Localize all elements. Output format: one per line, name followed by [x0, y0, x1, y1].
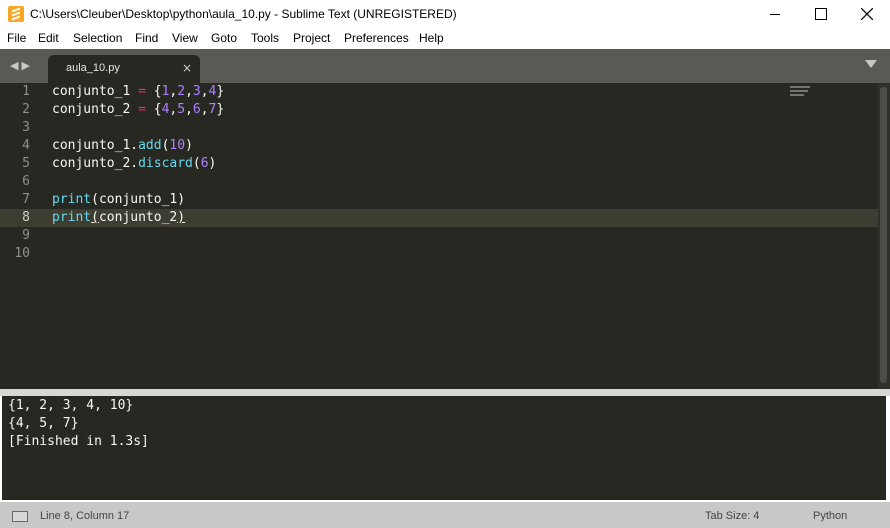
menu-edit[interactable]: Edit [38, 31, 59, 45]
line-number: 10 [14, 246, 30, 261]
line-number: 7 [22, 192, 30, 207]
code-line: 6 [0, 173, 878, 191]
vertical-scrollbar[interactable] [878, 83, 890, 389]
line-number: 1 [22, 84, 30, 99]
minimap[interactable] [790, 86, 812, 100]
panel-toggle-icon[interactable] [12, 511, 28, 522]
code-line: 4 conjunto_1.add(10) [0, 137, 878, 155]
menu-help[interactable]: Help [419, 31, 444, 45]
menu-tools[interactable]: Tools [251, 31, 279, 45]
menu-file[interactable]: File [7, 31, 26, 45]
tab-aula-10[interactable]: aula_10.py × [48, 55, 200, 83]
current-code-line: 8 print(conjunto_2) [0, 209, 878, 227]
tab-size-selector[interactable]: Tab Size: 4 [705, 510, 759, 522]
window-title: C:\Users\Cleuber\Desktop\python\aula_10.… [30, 7, 457, 21]
code-text: conjunto_2 = {4,5,6,7} [52, 102, 225, 117]
menu-find[interactable]: Find [135, 31, 158, 45]
code-line: 5 conjunto_2.discard(6) [0, 155, 878, 173]
tab-bar: ◀▶ aula_10.py × [0, 49, 890, 83]
cursor-position: Line 8, Column 17 [40, 510, 130, 522]
line-number: 9 [22, 228, 30, 243]
line-number: 2 [22, 102, 30, 117]
code-line: 9 [0, 227, 878, 245]
menu-project[interactable]: Project [293, 31, 330, 45]
code-editor[interactable]: 1 conjunto_1 = {1,2,3,4} 2 conjunto_2 = … [0, 83, 878, 389]
line-number: 5 [22, 156, 30, 171]
tab-label: aula_10.py [66, 62, 120, 74]
tab-close-icon[interactable]: × [182, 61, 192, 75]
line-number: 3 [22, 120, 30, 135]
close-button[interactable] [844, 0, 890, 28]
code-text: conjunto_1.add(10) [52, 138, 193, 153]
build-output-panel[interactable]: {1, 2, 3, 4, 10} {4, 5, 7} [Finished in … [2, 396, 886, 500]
menu-selection[interactable]: Selection [73, 31, 122, 45]
output-line: {4, 5, 7} [8, 416, 79, 431]
status-bar: Line 8, Column 17 Tab Size: 4 Python [0, 502, 890, 528]
code-line: 1 conjunto_1 = {1,2,3,4} [0, 83, 878, 101]
title-bar: C:\Users\Cleuber\Desktop\python\aula_10.… [0, 0, 890, 28]
close-icon [861, 8, 873, 20]
menu-view[interactable]: View [172, 31, 198, 45]
tab-list-dropdown-icon[interactable] [865, 60, 877, 68]
panel-divider[interactable] [0, 389, 890, 396]
code-line: 7 print(conjunto_1) [0, 191, 878, 209]
code-line: 3 [0, 119, 878, 137]
code-text: print(conjunto_2) [52, 210, 186, 225]
code-text: conjunto_1 = {1,2,3,4} [52, 84, 225, 99]
code-text: print(conjunto_1) [52, 192, 186, 207]
code-line: 2 conjunto_2 = {4,5,6,7} [0, 101, 878, 119]
output-line: [Finished in 1.3s] [8, 434, 149, 449]
scrollbar-thumb[interactable] [880, 87, 887, 383]
sublime-text-icon [8, 6, 24, 22]
code-text: conjunto_2.discard(6) [52, 156, 217, 171]
tab-navigation-arrows-icon[interactable]: ◀▶ [10, 59, 33, 72]
output-line: {1, 2, 3, 4, 10} [8, 398, 134, 413]
menu-goto[interactable]: Goto [211, 31, 237, 45]
code-line: 10 [0, 245, 878, 263]
minimize-button[interactable] [752, 0, 798, 28]
line-number: 6 [22, 174, 30, 189]
syntax-selector[interactable]: Python [813, 510, 847, 522]
menu-preferences[interactable]: Preferences [344, 31, 409, 45]
line-number: 8 [22, 210, 30, 225]
line-number: 4 [22, 138, 30, 153]
menu-bar: File Edit Selection Find View Goto Tools… [0, 28, 890, 49]
maximize-button[interactable] [798, 0, 844, 28]
